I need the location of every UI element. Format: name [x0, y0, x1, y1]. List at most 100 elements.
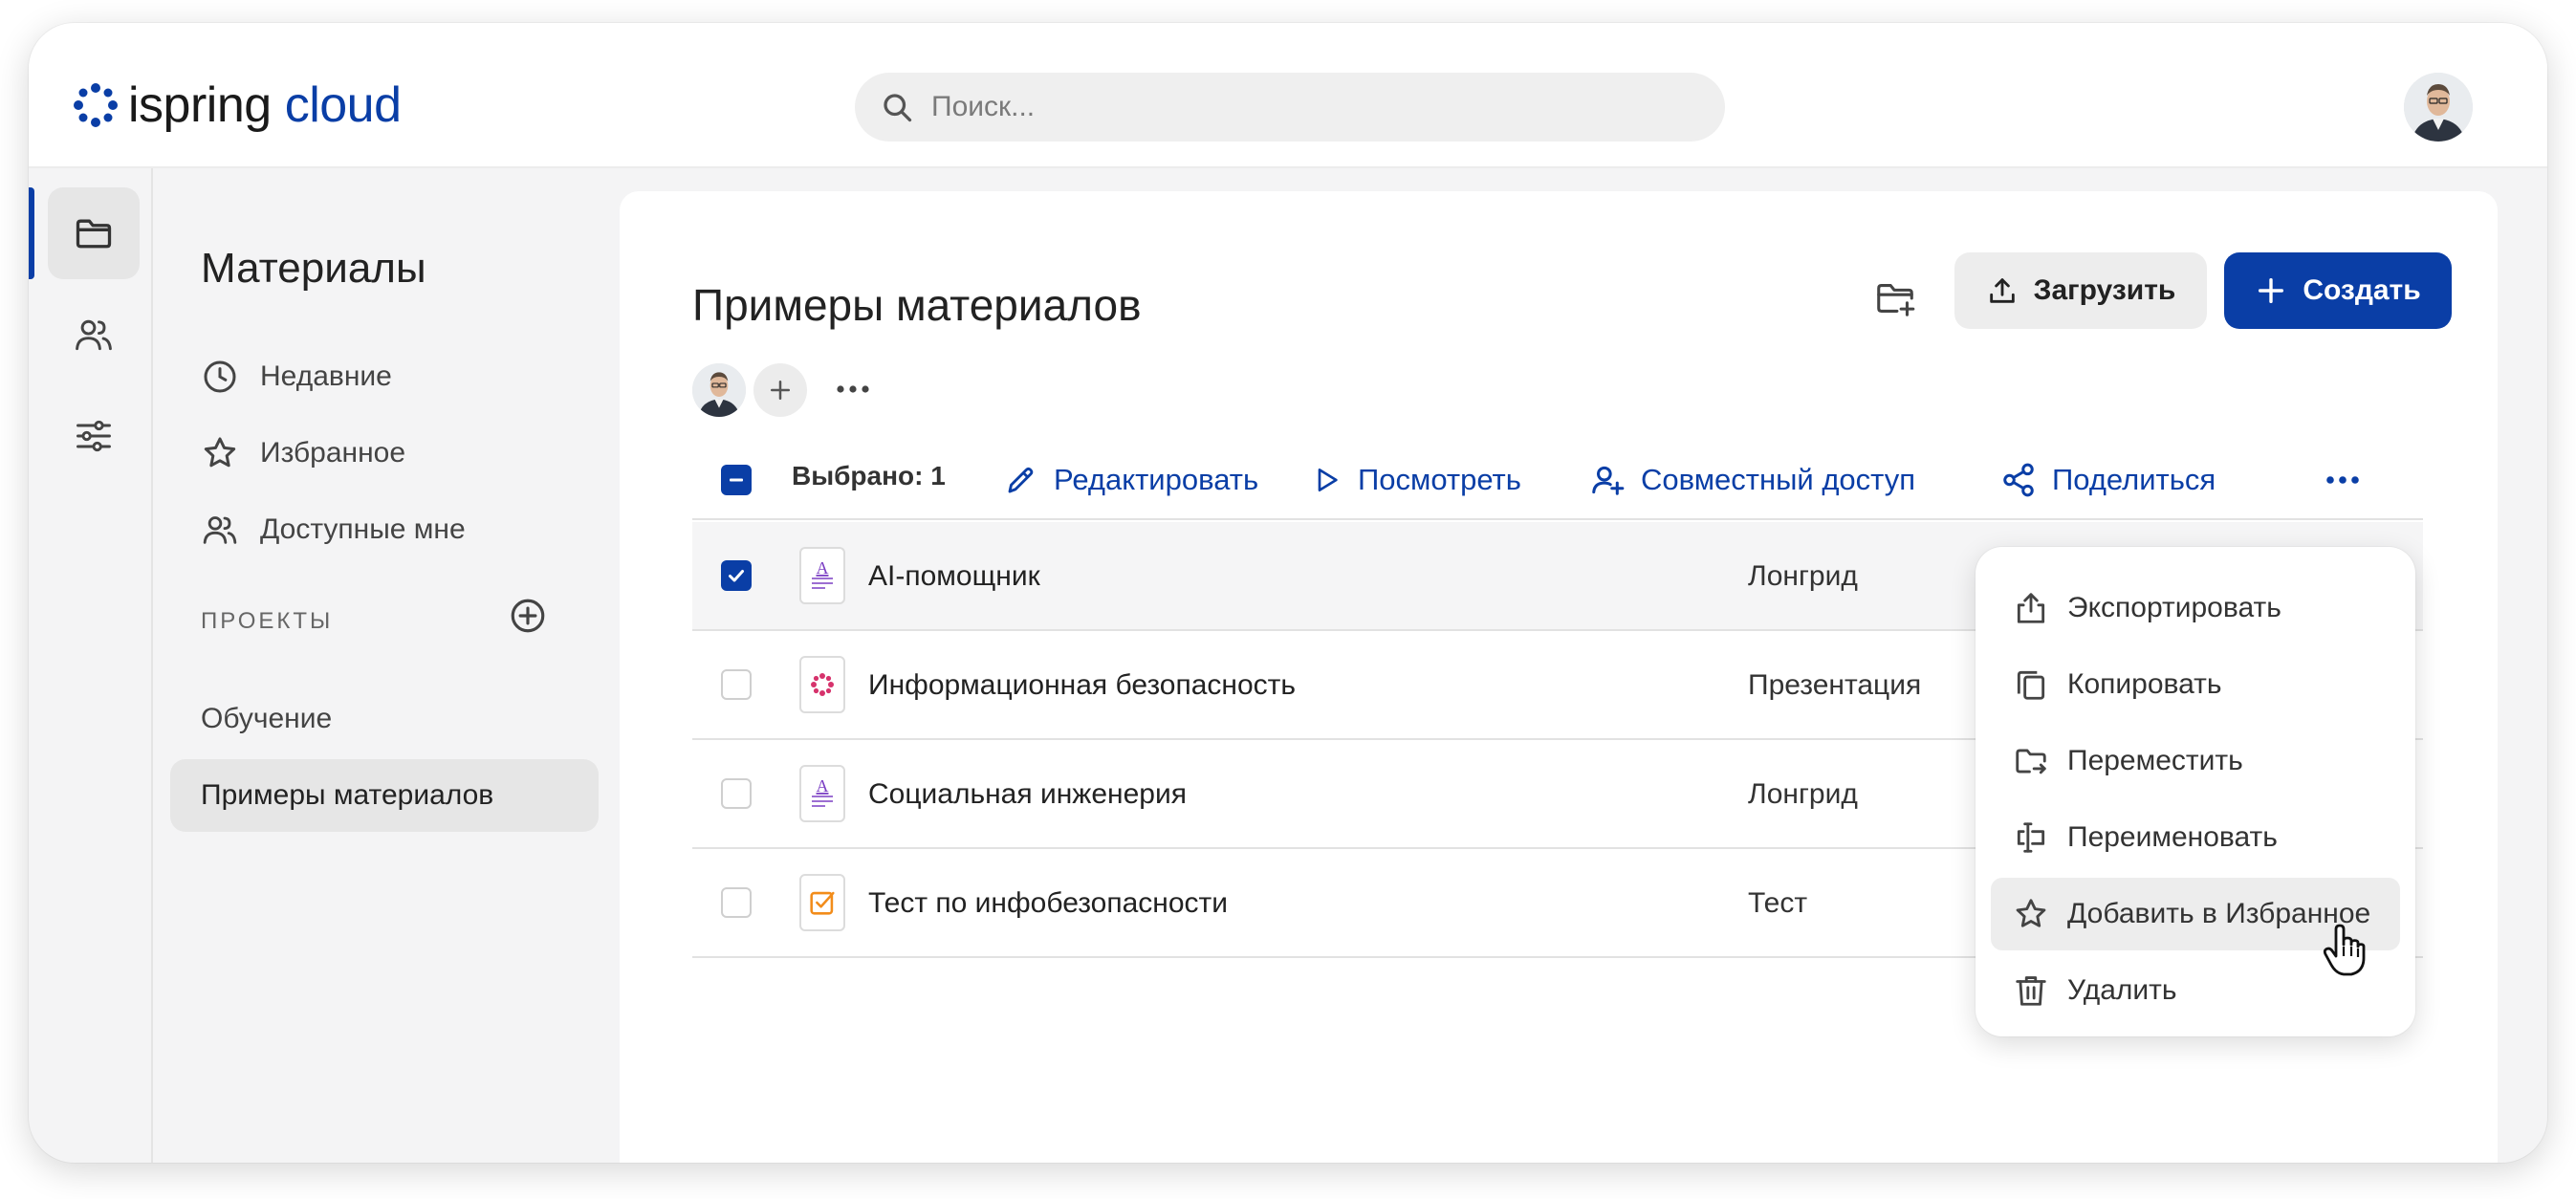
nav-item-favorites[interactable]: Избранное [201, 432, 405, 474]
file-name[interactable]: Тест по инфобезопасности [868, 887, 1228, 920]
menu-item-label: Удалить [2067, 974, 2177, 1006]
page-title: Примеры материалов [692, 280, 1142, 330]
trash-icon [2012, 971, 2050, 1010]
rail-settings-button[interactable] [48, 390, 140, 482]
create-label: Создать [2303, 274, 2421, 306]
shared-access-label: Совместный доступ [1641, 463, 1915, 496]
menu-item-label: Переименовать [2067, 821, 2278, 853]
menu-item-label: Экспортировать [2067, 592, 2281, 623]
user-avatar-image [2404, 73, 2473, 142]
file-type: Лонгрид [1748, 778, 1858, 810]
file-type: Тест [1748, 887, 1808, 919]
menu-item-rename[interactable]: Переименовать [1991, 801, 2400, 874]
view-action[interactable]: Посмотреть [1312, 459, 1521, 501]
rail-users-button[interactable] [48, 289, 140, 381]
rename-icon [2012, 818, 2050, 857]
add-project-button[interactable] [507, 595, 549, 637]
check-icon [729, 570, 744, 582]
share-label: Поделиться [2052, 463, 2216, 496]
app-window: ispring cloud Поиск... Материалы Недавни… [29, 23, 2547, 1163]
move-icon [2012, 742, 2050, 780]
menu-item-move[interactable]: Переместить [1991, 725, 2400, 797]
share-icon [2000, 462, 2037, 498]
folder-icon [76, 219, 112, 249]
nav-item-recent[interactable]: Недавние [201, 356, 392, 398]
file-name[interactable]: Социальная инженерия [868, 778, 1187, 811]
new-folder-button[interactable] [1867, 270, 1924, 327]
more-actions-button[interactable] [2325, 459, 2360, 501]
longread-icon: A [799, 765, 845, 822]
row-checkbox[interactable] [721, 778, 752, 809]
rail-active-indicator [29, 187, 34, 279]
user-avatar[interactable] [2404, 73, 2473, 142]
projects-section-header: ПРОЕКТЫ [201, 608, 334, 634]
row-checkbox[interactable] [721, 560, 752, 591]
project-item-examples[interactable]: Примеры материалов [170, 759, 599, 832]
icon-rail [29, 168, 153, 1163]
logo-text-ispring: ispring [128, 77, 272, 133]
row-checkbox[interactable] [721, 669, 752, 700]
export-icon [2012, 589, 2050, 627]
svg-text:A: A [817, 558, 829, 578]
create-button[interactable]: Создать [2224, 252, 2452, 329]
presentation-icon [799, 656, 845, 713]
side-navigation: Материалы Недавние Избранное Доступные м… [153, 168, 631, 1163]
search-icon [884, 94, 912, 122]
top-bar: ispring cloud [29, 23, 2547, 168]
members-more-button[interactable] [832, 375, 874, 403]
shared-access-action[interactable]: Совместный доступ [1589, 459, 1915, 501]
nav-item-label: Избранное [260, 437, 406, 469]
member-avatar[interactable] [692, 363, 746, 417]
plus-icon [2255, 274, 2287, 307]
member-avatar-image [692, 363, 746, 417]
project-label: Обучение [201, 703, 333, 734]
users-icon [201, 511, 239, 549]
select-all-checkbox[interactable] [721, 465, 752, 495]
copy-icon [2012, 665, 2050, 704]
nav-item-label: Недавние [260, 360, 392, 392]
edit-action[interactable]: Редактировать [1004, 459, 1258, 501]
upload-label: Загрузить [2033, 274, 2176, 306]
add-member-button[interactable] [753, 363, 807, 417]
view-label: Посмотреть [1358, 463, 1521, 496]
selected-count: Выбрано: 1 [792, 461, 946, 490]
menu-item-export[interactable]: Экспортировать [1991, 572, 2400, 644]
users-icon [76, 319, 112, 351]
menu-item-label: Переместить [2067, 745, 2243, 776]
search-input[interactable] [931, 91, 1677, 123]
plus-circle-icon [511, 599, 545, 633]
hand-cursor-icon [2323, 924, 2366, 976]
nav-item-label: Доступные мне [260, 513, 466, 545]
file-type: Лонгрид [1748, 560, 1858, 592]
file-name[interactable]: AI-помощник [868, 560, 1040, 593]
sidenav-title: Материалы [201, 245, 426, 292]
clock-icon [201, 358, 239, 396]
svg-text:A: A [817, 776, 829, 796]
file-type: Презентация [1748, 669, 1922, 701]
star-icon [201, 434, 239, 472]
edit-label: Редактировать [1054, 463, 1259, 496]
rail-materials-button[interactable] [48, 187, 140, 279]
sliders-icon [76, 420, 111, 452]
pencil-icon [1004, 463, 1038, 497]
more-dots-icon [837, 385, 869, 393]
folder-plus-icon [1877, 284, 1915, 316]
row-checkbox[interactable] [721, 887, 752, 918]
share-action[interactable]: Поделиться [2000, 459, 2216, 501]
more-dots-icon [2326, 476, 2359, 484]
menu-item-copy[interactable]: Копировать [1991, 648, 2400, 721]
search-box[interactable] [855, 73, 1725, 142]
play-icon [1312, 465, 1343, 495]
upload-icon [1986, 274, 2019, 307]
logo-text-cloud: cloud [284, 77, 402, 133]
ispring-logo-icon [74, 83, 118, 127]
indeterminate-icon [730, 478, 743, 482]
logo[interactable]: ispring cloud [73, 76, 402, 134]
selection-action-bar: Выбрано: 1 Редактировать Посмотреть Совм… [692, 440, 2423, 520]
project-label: Примеры материалов [201, 779, 494, 811]
project-item-training[interactable]: Обучение [170, 683, 599, 755]
file-name[interactable]: Информационная безопасность [868, 669, 1296, 702]
star-icon [2012, 895, 2050, 933]
nav-item-shared-with-me[interactable]: Доступные мне [201, 509, 466, 551]
upload-button[interactable]: Загрузить [1954, 252, 2207, 329]
